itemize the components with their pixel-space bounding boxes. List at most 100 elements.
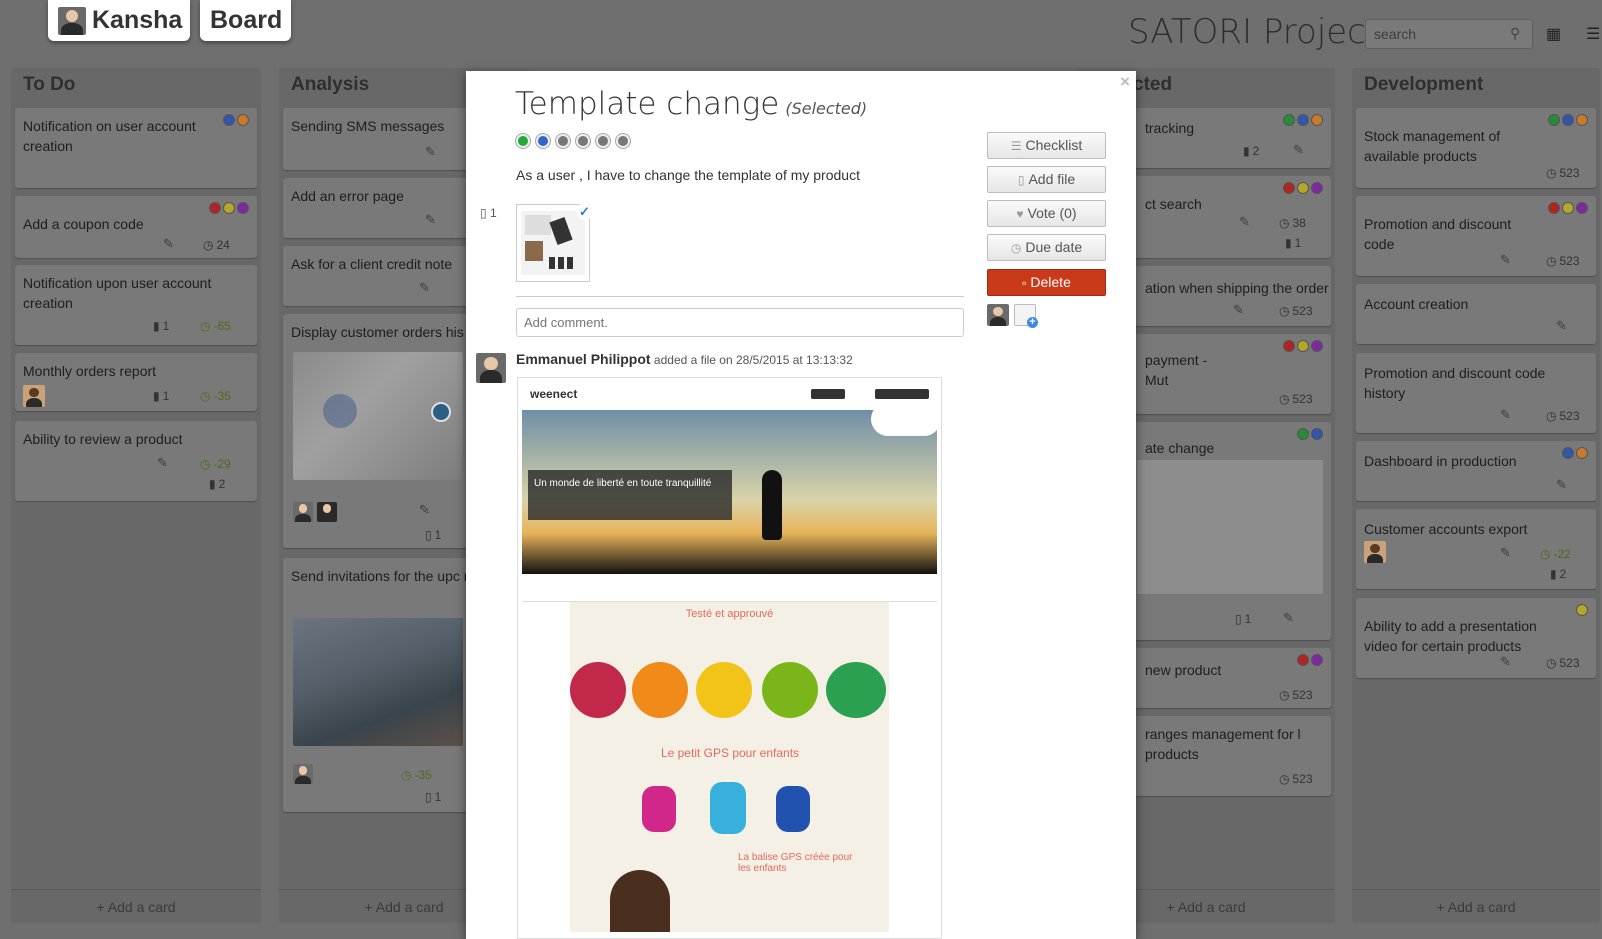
card[interactable]: Customer accounts export ✎ ◷ -22 ▮ 2 — [1356, 509, 1596, 589]
preview-hero: Un monde de liberté en toute tranquillit… — [522, 402, 941, 574]
card[interactable]: Dashboard in production ✎ — [1356, 441, 1596, 501]
edit-icon[interactable]: ✎ — [1556, 318, 1567, 334]
card[interactable]: Ability to review a product ✎ ◷ -29 ▮ 2 — [15, 421, 257, 501]
edit-icon[interactable]: ✎ — [1500, 252, 1511, 268]
user-name: Kansha — [92, 6, 183, 34]
card-title: Add a coupon code — [23, 216, 144, 232]
label-dot — [1548, 114, 1560, 126]
calendar-view-icon[interactable]: ▦ — [1546, 24, 1561, 44]
due-date-button[interactable]: ◷ Due date — [987, 234, 1106, 261]
label-dot — [1297, 182, 1309, 194]
color-blue-option[interactable] — [536, 134, 550, 148]
vote-button[interactable]: ♥ Vote (0) — [987, 200, 1106, 227]
close-icon[interactable]: × — [1120, 72, 1130, 92]
user-menu-button[interactable]: Kansha — [48, 0, 190, 41]
edit-icon[interactable]: ✎ — [1500, 654, 1511, 670]
color-option[interactable] — [556, 134, 570, 148]
add-card-button[interactable]: + Add a card — [1352, 889, 1600, 923]
activity-text: added a file on 28/5/2015 at 13:13:32 — [653, 353, 853, 367]
card-labels — [1562, 447, 1588, 459]
add-member-button[interactable]: + — [1014, 304, 1038, 328]
card-detail-modal: × Template change (Selected) As a user , … — [466, 71, 1136, 939]
due-badge: ◷ 523 — [1546, 656, 1580, 670]
modal-title: Template change (Selected) — [515, 86, 867, 122]
color-option[interactable] — [616, 134, 630, 148]
delete-button[interactable]: ▫ Delete — [987, 269, 1106, 296]
due-badge: ◷ 523 — [1279, 772, 1313, 786]
edit-icon[interactable]: ✎ — [1293, 142, 1304, 158]
edit-icon[interactable]: ✎ — [419, 502, 430, 518]
clock-icon: ◷ — [1010, 241, 1022, 255]
due-badge: ◷ 38 — [1279, 216, 1306, 230]
card-title: Ability to add a presentation video for … — [1364, 618, 1537, 654]
card-title: Notification upon user account creation — [23, 275, 212, 311]
card-title: Promotion and discount code history — [1364, 365, 1546, 401]
label-dot — [1297, 428, 1309, 440]
card[interactable]: Stock management of available products ◷… — [1356, 108, 1596, 188]
search-icon[interactable]: ⚲ — [1510, 25, 1520, 42]
card-title[interactable]: Template change — [515, 86, 779, 122]
label-dot — [223, 114, 235, 126]
edit-icon[interactable]: ✎ — [1500, 545, 1511, 561]
card[interactable]: Account creation ✎ — [1356, 284, 1596, 344]
label-dot — [1548, 202, 1560, 214]
comment-count: ▮ 1 — [153, 389, 170, 403]
file-count: ▯ 1 — [425, 790, 442, 804]
edit-icon[interactable]: ✎ — [1283, 610, 1294, 626]
card-title: ranges management for l products — [1145, 726, 1301, 762]
card-labels — [1297, 654, 1323, 666]
checklist-button[interactable]: ☰ Checklist — [987, 132, 1106, 159]
edit-icon[interactable]: ✎ — [1500, 407, 1511, 423]
label-dot — [223, 202, 235, 214]
comment-count: ▮ 2 — [209, 477, 226, 491]
card[interactable]: Ability to add a presentation video for … — [1356, 598, 1596, 678]
card-title: Notification on user account creation — [23, 118, 196, 154]
subheading: La balise GPS créée pour les enfants — [738, 852, 853, 874]
comment-input[interactable] — [516, 308, 964, 337]
color-green-option[interactable] — [516, 134, 530, 148]
color-option[interactable] — [576, 134, 590, 148]
cover-check-icon[interactable]: ✓ — [576, 203, 593, 220]
card[interactable]: Promotion and discount code history ✎ ◷ 5… — [1356, 353, 1596, 433]
due-badge: ◷ 523 — [1546, 166, 1580, 180]
clock-icon: ◷ — [401, 768, 412, 782]
gps-cyan-device — [710, 782, 746, 834]
add-card-button[interactable]: + Add a card — [11, 889, 261, 923]
due-badge: ◷ -65 — [200, 319, 231, 333]
label-dot — [1297, 654, 1309, 666]
edit-icon[interactable]: ✎ — [419, 280, 430, 296]
edit-icon[interactable]: ✎ — [163, 236, 174, 252]
edit-icon[interactable]: ✎ — [1233, 302, 1244, 318]
preview-tagline: Un monde de liberté en toute tranquillit… — [528, 470, 732, 520]
edit-icon[interactable]: ✎ — [1556, 477, 1567, 493]
edit-icon[interactable]: ✎ — [157, 455, 168, 471]
edit-icon[interactable]: ✎ — [425, 212, 436, 228]
edit-icon[interactable]: ✎ — [1239, 214, 1250, 230]
add-file-button[interactable]: ▯ Add file — [987, 166, 1106, 193]
board-menu-button[interactable]: Board — [200, 0, 291, 41]
due-badge: ◷ -35 — [200, 389, 231, 403]
label-dot — [1311, 340, 1323, 352]
card[interactable]: Add a coupon code ✎ ◷ 24 — [15, 196, 257, 258]
card[interactable]: Notification on user account creation — [15, 108, 257, 188]
card-title: Dashboard in production — [1364, 453, 1517, 469]
card-description[interactable]: As a user , I have to change the templat… — [516, 167, 860, 183]
due-badge: ◷ 523 — [1279, 688, 1313, 702]
list-title: Development — [1364, 74, 1484, 95]
card[interactable]: Promotion and discount code ✎ ◷ 523 — [1356, 196, 1596, 276]
color-option[interactable] — [596, 134, 610, 148]
due-badge: ◷ -35 — [401, 768, 432, 782]
board-label: Board — [210, 6, 283, 34]
card[interactable]: Notification upon user account creation … — [15, 265, 257, 345]
card[interactable]: Monthly orders report ▮ 1 ◷ -35 — [15, 353, 257, 411]
member-avatar[interactable] — [987, 304, 1009, 326]
comment-count: ▮ 1 — [153, 319, 170, 333]
search-input[interactable] — [1365, 19, 1533, 49]
attachment-preview[interactable]: weenect Un monde de liberté en toute tra… — [517, 377, 942, 939]
card-title: ation when shipping the order — [1145, 280, 1329, 296]
due-badge: ◷ 523 — [1546, 254, 1580, 268]
review-bubbles — [570, 662, 890, 732]
list-view-icon[interactable]: ☰ — [1586, 24, 1600, 44]
edit-icon[interactable]: ✎ — [425, 144, 436, 160]
review-bubble — [632, 662, 688, 718]
